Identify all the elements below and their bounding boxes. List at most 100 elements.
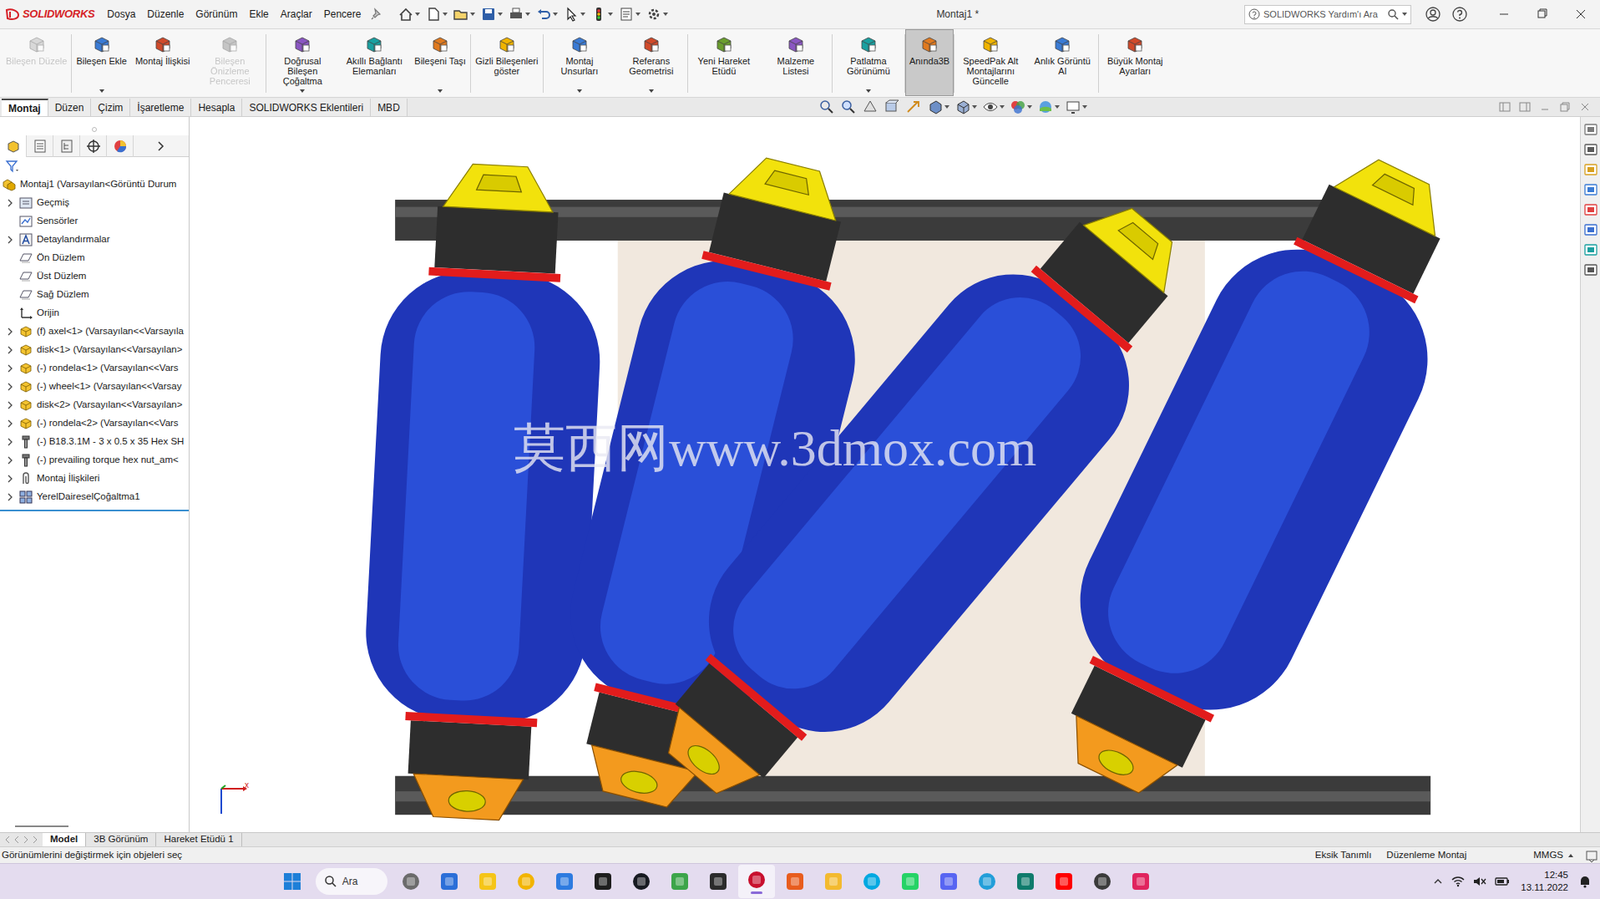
doc-minimize-icon[interactable] xyxy=(1538,100,1552,114)
app-icon[interactable] xyxy=(784,870,806,892)
taskbar-app[interactable] xyxy=(430,864,468,898)
panel-more-icon[interactable] xyxy=(156,141,166,152)
tree-item[interactable]: Ön Düzlem xyxy=(0,248,189,268)
menu-item[interactable]: Araçlar xyxy=(274,5,319,24)
ribbon-button[interactable]: Yeni Hareket Etüdü xyxy=(688,29,760,97)
ribbon-button[interactable]: Montaj İlişkisi xyxy=(131,29,194,97)
app-icon[interactable] xyxy=(669,870,690,892)
ribbon-tool-icon[interactable] xyxy=(496,34,517,55)
prev-tab-icon[interactable] xyxy=(12,834,21,845)
tree-item[interactable]: Geçmiş xyxy=(0,193,189,213)
tree-item[interactable]: Montaj1 (Varsayılan<Görüntü Durum xyxy=(0,175,189,194)
dynamic-annotation-icon[interactable] xyxy=(905,98,922,116)
app-icon[interactable] xyxy=(746,869,767,890)
zoom-area-icon[interactable] xyxy=(840,98,857,116)
taskbar-app[interactable] xyxy=(469,864,507,898)
taskbar-app[interactable] xyxy=(776,864,814,898)
ribbon-button[interactable]: Referans Geometrisi xyxy=(615,29,688,97)
graphics-area[interactable]: 莫西网www.3dmox.comx xyxy=(189,116,1580,832)
tree-label[interactable]: Orijin xyxy=(36,305,60,320)
ribbon-label[interactable]: Patlatma Görünümü xyxy=(836,55,901,76)
last-tab-icon[interactable] xyxy=(30,834,40,845)
tree-label[interactable]: YerelDaireselÇoğaltma1 xyxy=(36,489,141,504)
restore-icon[interactable] xyxy=(1523,5,1562,23)
taskbar-app[interactable] xyxy=(815,864,852,898)
app-icon[interactable] xyxy=(554,870,575,892)
dropdown-arrow-icon[interactable] xyxy=(577,89,583,93)
menu-label[interactable]: Ekle xyxy=(248,8,269,21)
taskbar-app[interactable] xyxy=(1045,864,1083,898)
clock-time[interactable]: 12:45 xyxy=(1544,868,1569,882)
expand-arrow-icon[interactable] xyxy=(5,345,16,355)
app-logo[interactable]: SOLIDWORKS xyxy=(0,5,102,23)
tree-label[interactable]: Sensörler xyxy=(36,213,78,228)
print-icon[interactable] xyxy=(507,5,525,23)
tile-left-icon[interactable] xyxy=(1498,100,1512,114)
previous-view-icon[interactable] xyxy=(861,98,879,116)
ribbon-label[interactable]: Bileşen Düzele xyxy=(5,55,67,66)
expand-arrow-icon[interactable] xyxy=(5,198,16,208)
tree-item[interactable]: (f) axel<1> (Varsayılan<<Varsayıla xyxy=(0,322,189,341)
roller[interactable] xyxy=(1007,122,1505,827)
ribbon-label[interactable]: Akıllı Bağlantı Elemanları xyxy=(342,55,406,76)
ribbon-button[interactable]: Akıllı Bağlantı Elemanları xyxy=(338,29,411,97)
taskbar-app[interactable] xyxy=(1122,864,1160,898)
bottom-tab[interactable]: 3B Görünüm xyxy=(86,832,157,846)
tree-label[interactable]: disk<1> (Varsayılan<<Varsayılan> xyxy=(36,342,183,357)
taskbar-app[interactable] xyxy=(853,864,891,898)
bottom-tab[interactable]: Model xyxy=(42,832,87,846)
tree-label[interactable]: Detaylandırmalar xyxy=(36,232,111,247)
ribbon-label[interactable]: Yeni Hareket Etüdü xyxy=(692,55,756,76)
tree-label[interactable]: Geçmiş xyxy=(36,195,70,210)
ribbon-label[interactable]: Büyük Montaj Ayarları xyxy=(1103,55,1167,76)
tree-label[interactable]: (f) axel<1> (Varsayılan<<Varsayıla xyxy=(36,324,184,339)
windows-start-icon[interactable] xyxy=(282,870,303,892)
taskbar-app[interactable] xyxy=(930,864,968,898)
wifi-icon[interactable] xyxy=(1450,874,1466,888)
undo-icon[interactable] xyxy=(535,5,552,23)
status-bar-icon[interactable] xyxy=(1584,848,1599,862)
bottom-tab-label[interactable]: Model xyxy=(50,831,78,846)
expand-arrow-icon[interactable] xyxy=(5,382,16,391)
ribbon-label[interactable]: Montaj Unsurları xyxy=(547,55,612,76)
app-icon[interactable] xyxy=(938,870,959,892)
ribbon-tool-icon[interactable] xyxy=(91,34,112,55)
dropdown-arrow-icon[interactable] xyxy=(437,89,443,93)
ribbon-label[interactable]: Anında3B xyxy=(909,55,950,66)
file-properties-icon[interactable] xyxy=(617,5,635,23)
tree-item[interactable]: (-) B18.3.1M - 3 x 0.5 x 35 Hex SH xyxy=(0,432,189,451)
display-manager-icon[interactable] xyxy=(111,137,129,155)
view-orientation-icon[interactable] xyxy=(926,98,944,116)
ribbon-button[interactable]: Montaj Unsurları xyxy=(543,29,616,97)
task-pane-icon[interactable] xyxy=(1583,262,1599,278)
taskbar-app[interactable] xyxy=(546,864,583,898)
taskbar-app[interactable] xyxy=(738,864,775,898)
task-pane-icon[interactable] xyxy=(1583,222,1599,238)
bottom-tab-label[interactable]: 3B Görünüm xyxy=(93,831,148,846)
ribbon-tool-icon[interactable] xyxy=(152,34,173,55)
ribbon-tool-icon[interactable] xyxy=(713,34,735,55)
open-icon[interactable] xyxy=(452,5,470,23)
menu-item[interactable]: Dosya xyxy=(101,5,142,24)
ribbon-label[interactable]: Gizli Bileşenleri göster xyxy=(475,55,539,76)
command-tab[interactable]: MBD xyxy=(370,98,408,117)
save-icon[interactable] xyxy=(480,5,497,23)
ribbon-tool-icon[interactable] xyxy=(919,34,940,55)
menu-item[interactable]: Pencere xyxy=(318,5,368,24)
bottom-tab[interactable]: Hareket Etüdü 1 xyxy=(156,832,242,846)
ribbon-button[interactable]: Bileşen Ekle xyxy=(71,29,132,97)
ribbon-button[interactable]: Anlık Görüntü Al xyxy=(1026,29,1099,97)
tab-label[interactable]: Hesapla xyxy=(197,100,235,116)
tree-label[interactable]: Ön Düzlem xyxy=(36,250,86,265)
taskbar-app[interactable] xyxy=(699,864,737,898)
ribbon-tool-icon[interactable] xyxy=(430,34,451,55)
dropdown-arrow-icon[interactable] xyxy=(99,89,105,93)
tab-label[interactable]: Çizim xyxy=(97,100,123,116)
taskbar-app[interactable] xyxy=(1007,864,1044,898)
app-icon[interactable] xyxy=(439,870,460,892)
new-file-icon[interactable] xyxy=(425,5,442,23)
command-tab[interactable]: İşaretleme xyxy=(130,98,192,117)
clock[interactable]: 12:4513.11.2022 xyxy=(1520,868,1569,894)
ribbon-button[interactable]: Malzeme Listesi xyxy=(759,29,832,97)
app-icon[interactable] xyxy=(823,870,844,892)
